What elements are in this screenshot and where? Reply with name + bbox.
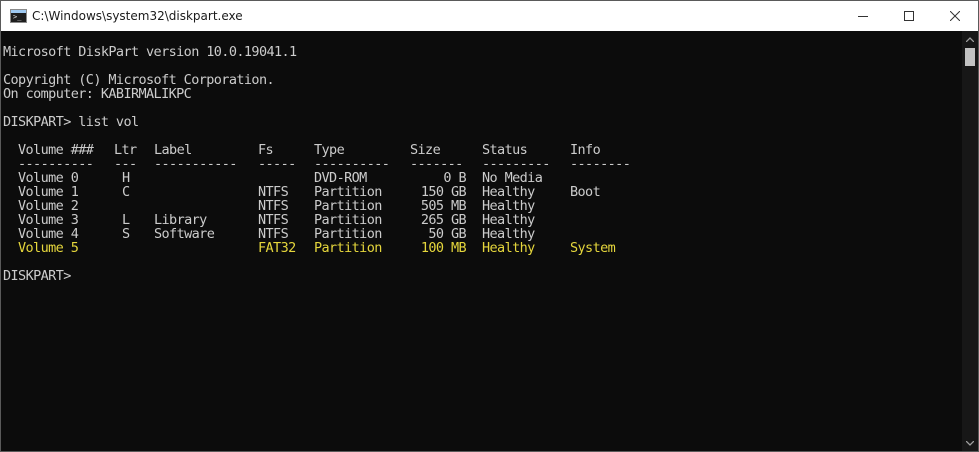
- maximize-icon: [904, 11, 914, 21]
- row-status: Healthy: [482, 198, 535, 214]
- row-fs: NTFS: [258, 226, 289, 242]
- version-line: Microsoft DiskPart version 10.0.19041.1: [3, 44, 297, 60]
- row-label: Library: [154, 212, 207, 228]
- sep-info: --------: [570, 156, 631, 172]
- console-window: >_ C:\Windows\system32\diskpart.exe Micr…: [0, 0, 979, 452]
- row-ltr: H: [122, 170, 130, 186]
- copyright-line: Copyright (C) Microsoft Corporation.: [3, 72, 275, 88]
- close-button[interactable]: [932, 1, 978, 31]
- row-volume: Volume 2: [18, 198, 79, 214]
- row-volume: Volume 1: [18, 184, 79, 200]
- row-volume: Volume 3: [18, 212, 79, 228]
- row-size: 150 GB: [420, 184, 467, 200]
- minimize-icon: [858, 16, 868, 17]
- row-ltr: S: [122, 226, 130, 242]
- cmd-icon: >_: [10, 9, 27, 23]
- col-fs: Fs: [258, 142, 274, 158]
- chevron-down-icon: [966, 440, 974, 446]
- scroll-down-button[interactable]: [962, 435, 978, 451]
- col-info: Info: [570, 142, 601, 158]
- sep-fs: -----: [258, 156, 296, 172]
- row-fs: NTFS: [258, 212, 289, 228]
- row-info: Boot: [570, 184, 601, 200]
- sep-ltr: ---: [114, 156, 137, 172]
- row-status: Healthy: [482, 184, 535, 200]
- table-row: Volume 1 C NTFS Partition 150 GB Healthy…: [1, 185, 962, 199]
- sep-status: ---------: [482, 156, 550, 172]
- table-row-selected: Volume 5 FAT32 Partition 100 MB Healthy …: [1, 241, 962, 255]
- row-size: 0 B: [443, 170, 466, 186]
- close-icon: [950, 11, 960, 21]
- row-size: 505 MB: [420, 198, 467, 214]
- sep-size: -------: [410, 156, 463, 172]
- table-row: Volume 3 L Library NTFS Partition 265 GB…: [1, 213, 962, 227]
- row-size: 50 GB: [428, 226, 466, 242]
- row-fs: NTFS: [258, 198, 289, 214]
- table-separator: ---------- --- ----------- ----- -------…: [1, 157, 962, 171]
- row-status: Healthy: [482, 240, 535, 256]
- row-size: 100 MB: [420, 240, 467, 256]
- title-bar[interactable]: >_ C:\Windows\system32\diskpart.exe: [1, 1, 978, 31]
- computer-line: On computer: KABIRMALIKPC: [3, 86, 192, 102]
- row-type: DVD-ROM: [314, 170, 367, 186]
- row-type: Partition: [314, 226, 382, 242]
- row-status: Healthy: [482, 212, 535, 228]
- row-volume: Volume 0: [18, 170, 79, 186]
- window-title: C:\Windows\system32\diskpart.exe: [32, 9, 243, 23]
- row-label: Software: [154, 226, 215, 242]
- vertical-scrollbar[interactable]: [962, 31, 978, 451]
- row-type: Partition: [314, 212, 382, 228]
- row-fs: FAT32: [258, 240, 296, 256]
- row-status: No Media: [482, 170, 543, 186]
- col-label: Label: [154, 142, 192, 158]
- row-size: 265 GB: [420, 212, 467, 228]
- col-size: Size: [410, 142, 441, 158]
- table-row: Volume 2 NTFS Partition 505 MB Healthy: [1, 199, 962, 213]
- row-volume: Volume 4: [18, 226, 79, 242]
- sep-type: ----------: [314, 156, 390, 172]
- minimize-button[interactable]: [840, 1, 886, 31]
- table-row: Volume 4 S Software NTFS Partition 50 GB…: [1, 227, 962, 241]
- row-info: System: [570, 240, 616, 256]
- chevron-up-icon: [966, 36, 974, 42]
- scroll-thumb[interactable]: [965, 48, 975, 66]
- row-status: Healthy: [482, 226, 535, 242]
- col-volume: Volume ###: [18, 142, 94, 158]
- col-status: Status: [482, 142, 528, 158]
- row-ltr: C: [122, 184, 130, 200]
- row-fs: NTFS: [258, 184, 289, 200]
- sep-label: -----------: [154, 156, 237, 172]
- command-line: DISKPART> list vol: [3, 114, 139, 130]
- row-volume: Volume 5: [18, 240, 79, 256]
- row-type: Partition: [314, 240, 382, 256]
- row-type: Partition: [314, 184, 382, 200]
- table-row: Volume 0 H DVD-ROM 0 B No Media: [1, 171, 962, 185]
- row-type: Partition: [314, 198, 382, 214]
- col-type: Type: [314, 142, 345, 158]
- table-header: Volume ### Ltr Label Fs Type Size Status…: [1, 143, 962, 157]
- col-ltr: Ltr: [114, 142, 137, 158]
- console-output[interactable]: Microsoft DiskPart version 10.0.19041.1 …: [1, 31, 962, 451]
- maximize-button[interactable]: [886, 1, 932, 31]
- row-ltr: L: [122, 212, 130, 228]
- scroll-up-button[interactable]: [962, 31, 978, 47]
- prompt-line[interactable]: DISKPART>: [3, 269, 71, 283]
- sep-volume: ----------: [18, 156, 94, 172]
